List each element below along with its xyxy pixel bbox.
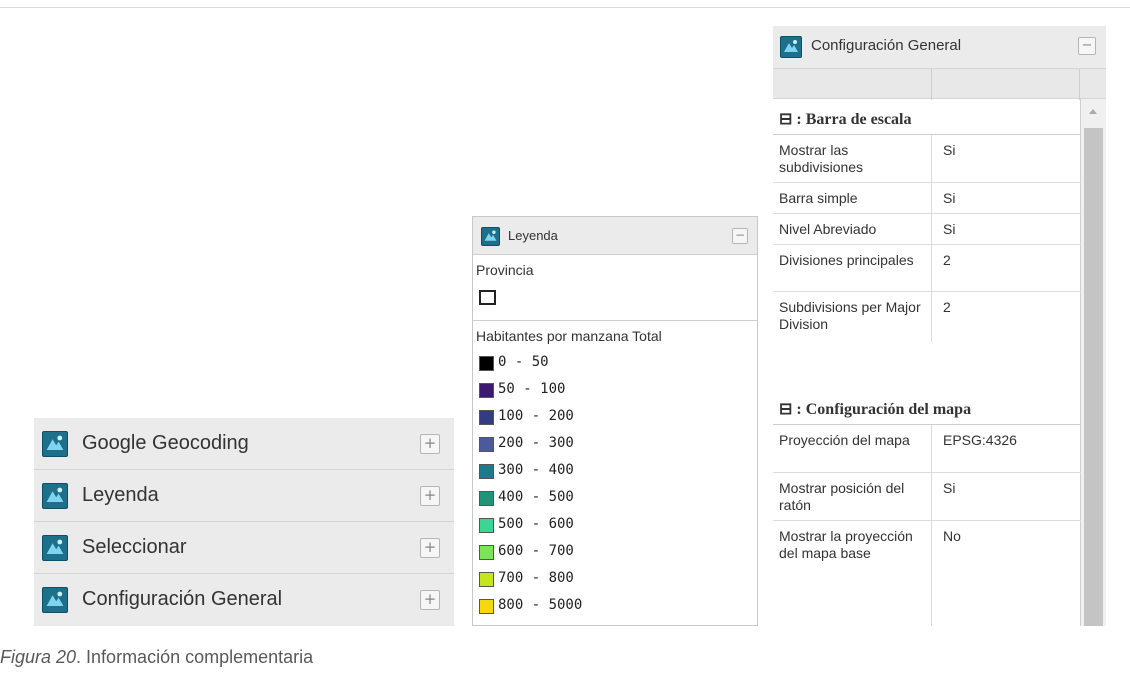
legend-swatch [479,410,494,425]
scroll-up-arrow-icon[interactable] [1089,109,1097,114]
legend-swatch [479,599,494,614]
accordion-item-leyenda[interactable]: Leyenda + [34,470,454,522]
property-value[interactable]: Si [943,190,955,207]
property-key: Proyección del mapa [779,432,910,448]
scrollbar-thumb[interactable] [1084,128,1103,626]
legend-item-label: 300 - 400 [498,462,574,478]
accordion-item-seleccionar[interactable]: Seleccionar + [34,522,454,574]
legend-item-label: 100 - 200 [498,408,574,424]
property-row[interactable]: Mostrar las subdivisiones Si [773,135,1081,183]
section-title: ⊟ : Configuración del mapa [779,401,972,418]
legend-group-title: Habitantes por manzana Total [476,328,662,344]
legend-group-title: Provincia [476,262,534,278]
expand-button[interactable]: + [420,538,440,558]
legend-item-label: 50 - 100 [498,381,566,397]
top-divider [0,7,1130,8]
property-grid: ⊟ : Barra de escala Mostrar las subdivis… [773,99,1081,626]
legend-swatch [479,356,494,371]
legend-panel-title: Leyenda [508,228,558,243]
property-key: Nivel Abreviado [779,221,877,237]
legend-group-provincia: Provincia [473,255,757,321]
accordion-item-configuracion-general[interactable]: Configuración General + [34,574,454,626]
layer-panel-icon [780,36,802,58]
accordion-item-label: Google Geocoding [82,432,249,454]
legend-item-label: 500 - 600 [498,516,574,532]
accordion-item-label: Configuración General [82,588,283,610]
panel-accordion: Google Geocoding + Leyenda + Seleccionar… [34,418,454,626]
caption-text: . Información complementaria [76,647,314,667]
legend-swatch [479,518,494,533]
collapse-button[interactable]: − [732,228,748,244]
property-key: Barra simple [779,190,858,206]
legend-swatch [479,437,494,452]
property-row[interactable]: Mostrar posición del ratón Si [773,473,1081,521]
property-row[interactable]: Nivel Abreviado Si [773,214,1081,245]
property-row[interactable]: Subdivisions per Major Division 2 [773,292,1081,342]
figure-caption: Figura 20. Información complementaria [0,647,313,668]
layer-panel-icon [42,535,68,561]
legend-item-label: 700 - 800 [498,570,574,586]
accordion-item-google-geocoding[interactable]: Google Geocoding + [34,418,454,470]
layer-panel-icon [481,227,500,246]
config-panel-header[interactable]: Configuración General − [773,26,1106,68]
legend-panel: Leyenda − Provincia Habitantes por manza… [472,216,758,626]
layer-panel-icon [42,587,68,613]
expand-button[interactable]: + [420,434,440,454]
property-value[interactable]: 2 [943,252,951,269]
property-value[interactable]: Si [943,480,955,497]
property-key: Mostrar la proyección del mapa base [779,528,913,561]
section-barra-de-escala[interactable]: ⊟ : Barra de escala [773,99,1081,135]
layer-panel-icon [42,431,68,457]
layer-panel-icon [42,483,68,509]
legend-swatch [479,545,494,560]
property-key: Subdivisions per Major Division [779,299,921,332]
property-value[interactable]: EPSG:4326 [943,432,1017,449]
config-panel-title: Configuración General [811,37,962,54]
vertical-scrollbar[interactable] [1081,99,1106,626]
legend-item-label: 800 - 5000 [498,597,583,613]
legend-swatch [479,290,496,305]
property-row[interactable]: Mostrar la proyección del mapa base No [773,521,1081,626]
property-key: Mostrar posición del ratón [779,480,905,513]
legend-panel-header[interactable]: Leyenda − [473,217,757,255]
legend-item-label: 200 - 300 [498,435,574,451]
figure-number: Figura 20 [0,647,77,667]
legend-item-label: 0 - 50 [498,354,549,370]
legend-swatch [479,491,494,506]
property-key: Mostrar las subdivisiones [779,142,864,175]
property-row[interactable]: Proyección del mapa EPSG:4326 [773,425,1081,473]
section-title: ⊟ : Barra de escala [779,111,912,128]
expand-button[interactable]: + [420,486,440,506]
property-key: Divisiones principales [779,252,914,268]
property-value[interactable]: 2 [943,299,951,316]
section-configuracion-del-mapa[interactable]: ⊟ : Configuración del mapa [773,389,1081,425]
property-value[interactable]: Si [943,221,955,238]
legend-item-label: 400 - 500 [498,489,574,505]
property-grid-header [773,68,1106,100]
collapse-button[interactable]: − [1078,37,1096,55]
property-value[interactable]: No [943,528,961,545]
legend-swatch [479,383,494,398]
expand-button[interactable]: + [420,590,440,610]
property-value[interactable]: Si [943,142,955,159]
accordion-item-label: Seleccionar [82,536,187,558]
property-row[interactable]: Barra simple Si [773,183,1081,214]
legend-item-label: 600 - 700 [498,543,574,559]
config-panel: Configuración General − ⊟ : Barra de esc… [773,26,1106,626]
legend-swatch [479,464,494,479]
property-row[interactable]: Divisiones principales 2 [773,245,1081,292]
legend-swatch [479,572,494,587]
accordion-item-label: Leyenda [82,484,159,506]
